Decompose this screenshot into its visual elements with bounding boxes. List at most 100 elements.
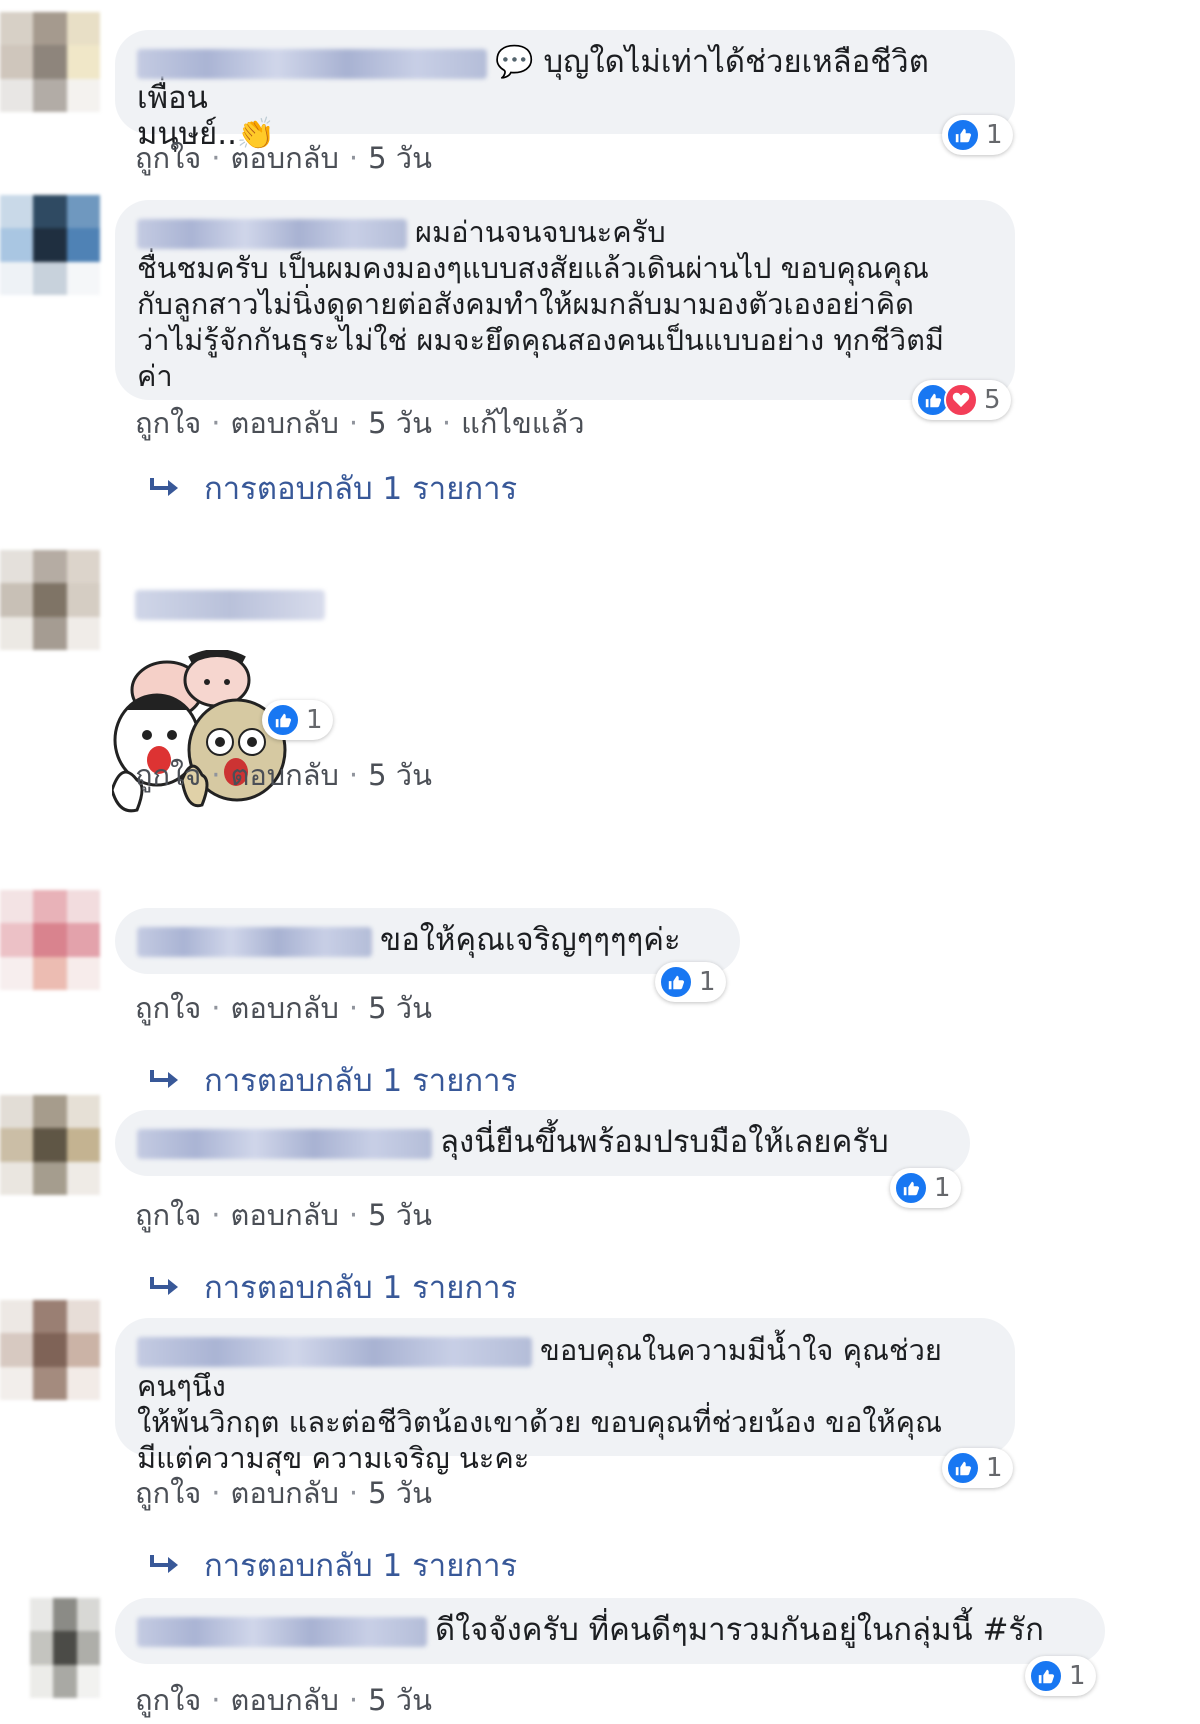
like-link[interactable]: ถูกใจ	[135, 758, 201, 792]
comment-bubble: ดีใจจังครับ ที่คนดีๆมารวมกันอยู่ในกลุ่มน…	[115, 1598, 1105, 1664]
reply-arrow-icon	[150, 478, 178, 496]
reaction-count[interactable]: 5	[912, 380, 1011, 420]
author-name[interactable]	[137, 1128, 432, 1159]
timestamp[interactable]: 5 วัน	[368, 991, 432, 1025]
reply-link[interactable]: ตอบกลับ	[231, 991, 339, 1025]
separator: ·	[348, 991, 359, 1025]
like-link[interactable]: ถูกใจ	[135, 141, 201, 175]
author-name[interactable]	[137, 1616, 427, 1647]
comment-bubble: ลุงนี่ยืนขึ้นพร้อมปรบมือให้เลยครับ	[115, 1110, 970, 1176]
timestamp[interactable]: 5 วัน	[368, 1198, 432, 1232]
avatar[interactable]	[30, 1598, 100, 1698]
like-link[interactable]: ถูกใจ	[135, 1683, 201, 1717]
separator: ·	[348, 1198, 359, 1232]
replies-label[interactable]: การตอบกลับ 1 รายการ	[204, 463, 517, 513]
comment-text: ลุงนี่ยืนขึ้นพร้อมปรบมือให้เลยครับ	[440, 1124, 889, 1160]
reaction-count[interactable]: 1	[655, 962, 726, 1002]
timestamp[interactable]: 5 วัน	[368, 1683, 432, 1717]
view-replies-link[interactable]: การตอบกลับ 1 รายการ	[148, 463, 517, 513]
like-reaction-icon	[946, 1451, 980, 1485]
avatar[interactable]	[0, 12, 100, 112]
reply-arrow-icon	[150, 1070, 178, 1088]
avatar[interactable]	[0, 1300, 100, 1400]
like-reaction-icon	[894, 1171, 928, 1205]
separator: ·	[348, 1476, 359, 1510]
comment-actions: ถูกใจ · ตอบกลับ · 5 วัน	[135, 1677, 432, 1723]
replies-label[interactable]: การตอบกลับ 1 รายการ	[204, 1540, 517, 1590]
reaction-number: 1	[699, 967, 716, 997]
like-reaction-icon	[946, 118, 980, 152]
timestamp[interactable]: 5 วัน	[368, 1476, 432, 1510]
separator: ·	[441, 406, 452, 440]
separator: ·	[348, 141, 359, 175]
edited-label[interactable]: แก้ไขแล้ว	[461, 406, 584, 440]
reaction-number: 1	[306, 705, 323, 735]
reply-link[interactable]: ตอบกลับ	[231, 758, 339, 792]
reaction-number: 1	[986, 120, 1003, 150]
comment-bubble: ผมอ่านจนจบนะครับ ชื่นชมครับ เป็นผมคงมองๆ…	[115, 200, 1015, 400]
reaction-number: 1	[986, 1453, 1003, 1483]
separator: ·	[211, 406, 221, 440]
replies-label[interactable]: การตอบกลับ 1 รายการ	[204, 1055, 517, 1105]
view-replies-link[interactable]: การตอบกลับ 1 รายการ	[148, 1540, 517, 1590]
comment-actions: ถูกใจ · ตอบกลับ · 5 วัน	[135, 752, 432, 798]
separator: ·	[211, 1683, 221, 1717]
reaction-count[interactable]: 1	[942, 1448, 1013, 1488]
reply-link[interactable]: ตอบกลับ	[231, 406, 339, 440]
comment-actions: ถูกใจ · ตอบกลับ · 5 วัน	[135, 985, 432, 1031]
reaction-number: 1	[1069, 1661, 1086, 1691]
author-name[interactable]	[135, 590, 325, 620]
love-reaction-icon	[944, 383, 978, 417]
separator: ·	[211, 141, 221, 175]
timestamp[interactable]: 5 วัน	[368, 141, 432, 175]
separator: ·	[211, 1476, 221, 1510]
reply-link[interactable]: ตอบกลับ	[231, 1198, 339, 1232]
reply-arrow-icon	[150, 1555, 178, 1573]
avatar[interactable]	[0, 890, 100, 990]
comment-actions: ถูกใจ · ตอบกลับ · 5 วัน	[135, 1470, 432, 1516]
separator: ·	[211, 991, 221, 1025]
comment-bubble: ขอให้คุณเจริญๆๆๆๆค่ะ	[115, 908, 740, 974]
reaction-count[interactable]: 1	[262, 700, 333, 740]
reaction-number: 1	[934, 1173, 951, 1203]
avatar[interactable]	[0, 195, 100, 295]
like-link[interactable]: ถูกใจ	[135, 1198, 201, 1232]
avatar[interactable]	[0, 1095, 100, 1195]
comment-actions: ถูกใจ · ตอบกลับ · 5 วัน	[135, 135, 432, 181]
reaction-count[interactable]: 1	[890, 1168, 961, 1208]
reaction-count[interactable]: 1	[1025, 1656, 1096, 1696]
separator: ·	[348, 406, 359, 440]
like-link[interactable]: ถูกใจ	[135, 406, 201, 440]
author-name[interactable]	[137, 926, 372, 957]
separator: ·	[211, 1198, 221, 1232]
comment-bubble: ขอบคุณในความมีน้ำใจ คุณช่วยคนๆนึง ให้พ้น…	[115, 1318, 1015, 1475]
reply-link[interactable]: ตอบกลับ	[231, 1683, 339, 1717]
reaction-number: 5	[984, 385, 1001, 415]
view-replies-link[interactable]: การตอบกลับ 1 รายการ	[148, 1055, 517, 1105]
like-reaction-icon	[659, 965, 693, 999]
like-link[interactable]: ถูกใจ	[135, 1476, 201, 1510]
separator: ·	[348, 758, 359, 792]
reply-link[interactable]: ตอบกลับ	[231, 141, 339, 175]
comment-actions: ถูกใจ · ตอบกลับ · 5 วัน	[135, 1192, 432, 1238]
timestamp[interactable]: 5 วัน	[368, 406, 432, 440]
replies-label[interactable]: การตอบกลับ 1 รายการ	[204, 1262, 517, 1312]
comment-text: ดีใจจังครับ ที่คนดีๆมารวมกันอยู่ในกลุ่มน…	[435, 1612, 1044, 1648]
author-name[interactable]	[137, 1336, 532, 1367]
avatar[interactable]	[0, 550, 100, 650]
comment-actions: ถูกใจ · ตอบกลับ · 5 วัน · แก้ไขแล้ว	[135, 400, 585, 446]
comment-bubble: 💬 บุญใดไม่เท่าได้ช่วยเหลือชีวิตเพื่อน มน…	[115, 30, 1015, 152]
like-reaction-icon	[1029, 1659, 1063, 1693]
like-link[interactable]: ถูกใจ	[135, 991, 201, 1025]
comment-text: ขอให้คุณเจริญๆๆๆๆค่ะ	[380, 922, 681, 958]
author-name[interactable]	[137, 218, 407, 249]
timestamp[interactable]: 5 วัน	[368, 758, 432, 792]
separator: ·	[211, 758, 221, 792]
view-replies-link[interactable]: การตอบกลับ 1 รายการ	[148, 1262, 517, 1312]
reply-arrow-icon	[150, 1277, 178, 1295]
like-reaction-icon	[266, 703, 300, 737]
reply-link[interactable]: ตอบกลับ	[231, 1476, 339, 1510]
reaction-count[interactable]: 1	[942, 115, 1013, 155]
author-name[interactable]	[137, 48, 487, 79]
separator: ·	[348, 1683, 359, 1717]
